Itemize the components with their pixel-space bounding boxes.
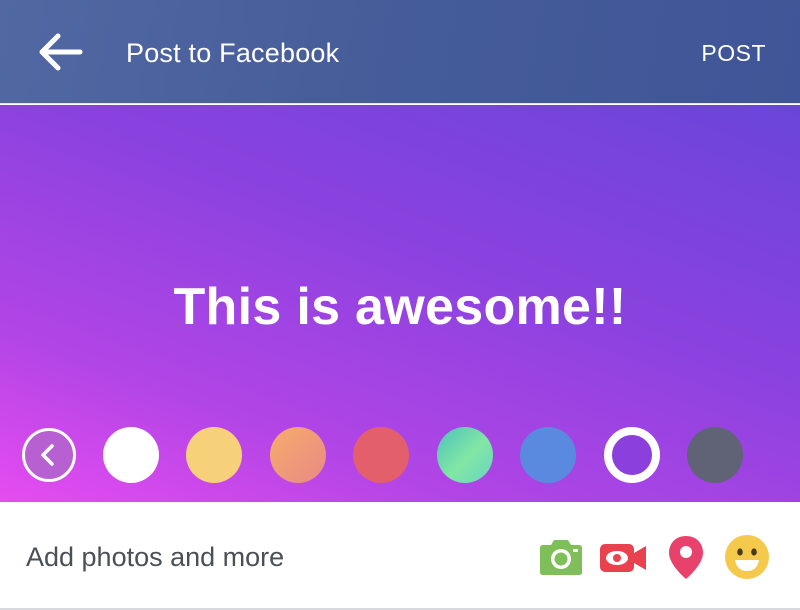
smiley-icon	[725, 535, 769, 579]
swatch-blue[interactable]	[520, 427, 576, 483]
camera-icon	[540, 540, 582, 575]
video-icon	[600, 544, 646, 572]
back-button[interactable]	[36, 30, 84, 74]
video-button[interactable]	[598, 532, 648, 582]
add-to-post-bar: Add photos and more	[0, 502, 800, 610]
feeling-button[interactable]	[722, 532, 772, 582]
collapse-swatches-button[interactable]	[22, 428, 76, 482]
status-composer[interactable]: This is awesome!!	[0, 105, 800, 502]
swatch-purple-selected[interactable]	[604, 427, 660, 483]
swatch-peach-gradient[interactable]	[270, 427, 326, 483]
add-photos-label[interactable]: Add photos and more	[26, 542, 284, 573]
post-button[interactable]: POST	[701, 40, 766, 67]
swatch-dark-gray[interactable]	[687, 427, 743, 483]
swatch-teal-gradient[interactable]	[437, 427, 493, 483]
swatch-yellow[interactable]	[186, 427, 242, 483]
check-in-button[interactable]	[661, 532, 711, 582]
swatch-white[interactable]	[103, 427, 159, 483]
swatch-red[interactable]	[353, 427, 409, 483]
app-header: Post to Facebook POST	[0, 0, 800, 104]
background-swatch-row	[0, 423, 800, 487]
arrow-left-icon	[39, 33, 83, 71]
post-composer-screen: Post to Facebook POST This is awesome!! …	[0, 0, 800, 610]
camera-button[interactable]	[536, 532, 586, 582]
chevron-left-icon	[41, 444, 54, 466]
page-title: Post to Facebook	[126, 38, 340, 68]
status-text[interactable]: This is awesome!!	[0, 277, 800, 337]
location-pin-icon	[669, 536, 703, 579]
